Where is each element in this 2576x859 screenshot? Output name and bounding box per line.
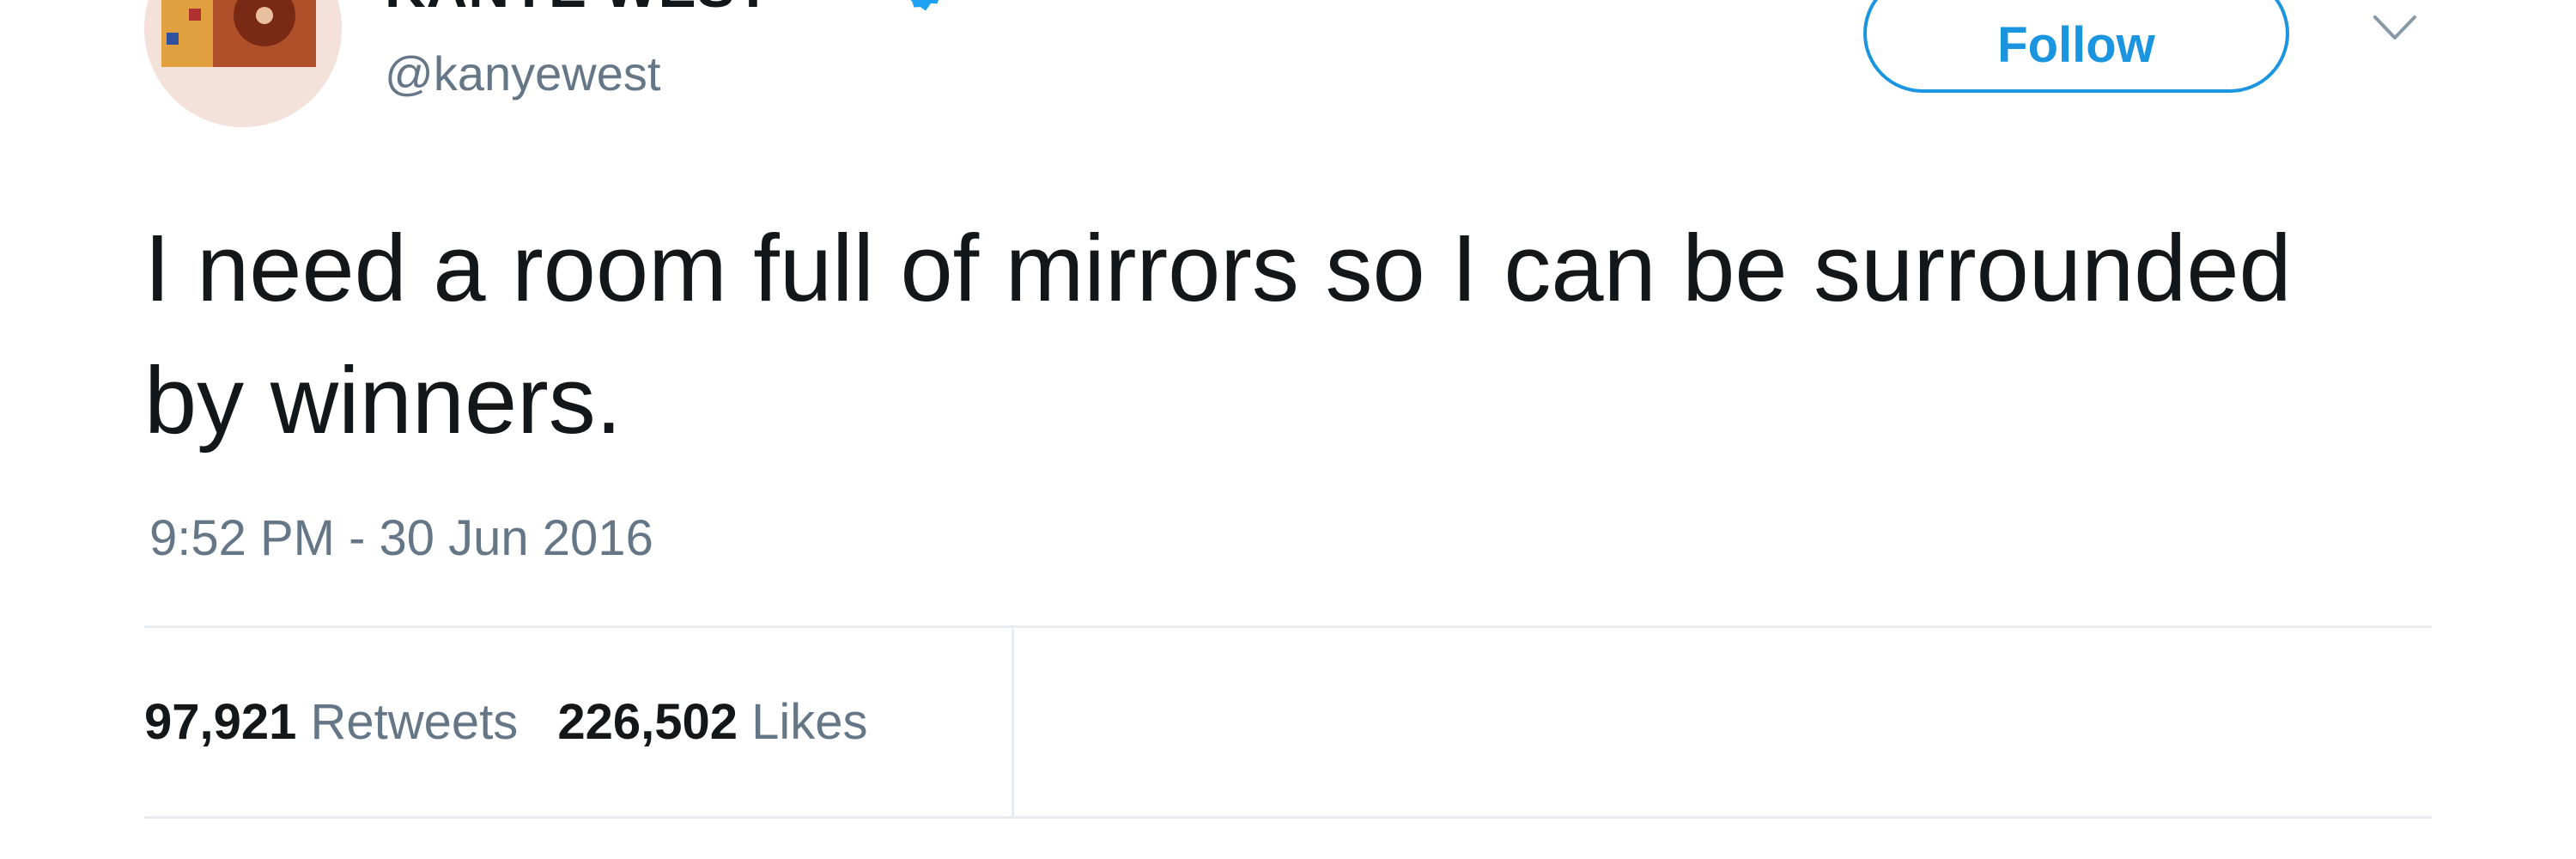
retweets-stat[interactable]: 97,921 Retweets	[144, 694, 518, 750]
avatar-image	[144, 0, 342, 127]
display-name[interactable]: KANYE WEST	[385, 0, 771, 15]
tweet-stats: 97,921 Retweets 226,502 Likes	[144, 698, 868, 747]
likes-count: 226,502	[557, 694, 738, 750]
follow-button[interactable]: Follow	[1863, 0, 2289, 93]
verified-badge-icon	[910, 0, 939, 11]
retweets-count: 97,921	[144, 694, 297, 750]
likes-stat[interactable]: 226,502 Likes	[557, 694, 867, 750]
divider	[144, 816, 2432, 819]
stats-separator	[1012, 628, 1014, 816]
screen-name[interactable]: @kanyewest	[385, 50, 660, 98]
likes-label: Likes	[751, 694, 868, 750]
retweets-label: Retweets	[310, 694, 519, 750]
tweet-timestamp[interactable]: 9:52 PM - 30 Jun 2016	[149, 514, 653, 564]
tweet-text: I need a room full of mirrors so I can b…	[144, 216, 2292, 454]
avatar[interactable]	[144, 0, 342, 127]
chevron-down-icon[interactable]	[2372, 12, 2418, 43]
divider	[144, 625, 2432, 628]
